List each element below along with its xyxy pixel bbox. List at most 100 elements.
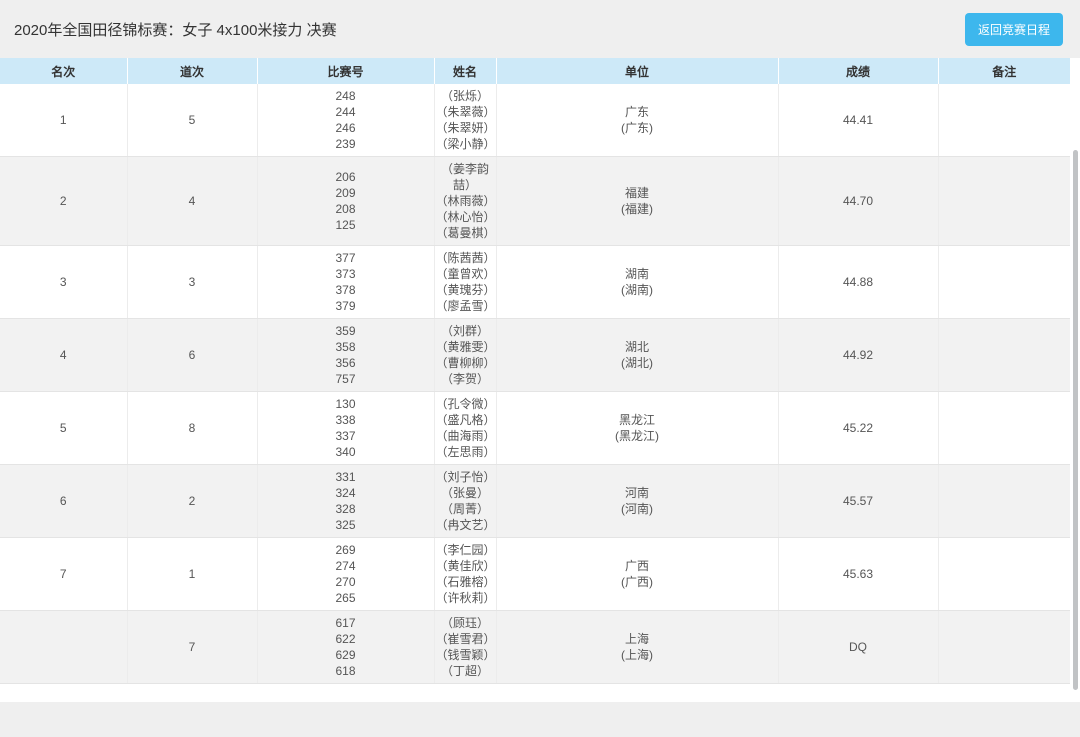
unit-cell: 福建 (福建) — [496, 156, 779, 246]
athlete-name: （张曼） — [440, 486, 489, 500]
unit-cell: 广西 (广西) — [496, 537, 779, 611]
bib-number: 331 — [335, 470, 356, 484]
athlete-name: （黄佳欣） — [435, 559, 496, 573]
names-cell: （刘子怡） （张曼） （周菁） （冉文艺） — [434, 464, 497, 538]
bib-cell: 248 244 246 239 — [257, 84, 435, 157]
rank-cell: 4 — [0, 318, 128, 392]
names-cell: （陈茜茜） （童曾欢） （黄瑰芬） （廖孟雪） — [434, 245, 497, 319]
header-lane: 道次 — [127, 58, 258, 84]
table-row: 7 1 269 274 270 265 （李仁园） （黄佳欣） （石雅榕） （许… — [0, 537, 1070, 611]
unit-sub: (福建) — [621, 202, 653, 216]
bib-number: 340 — [335, 445, 356, 459]
remark-cell — [938, 156, 1070, 246]
rank-cell — [0, 610, 128, 684]
bib-number: 269 — [335, 543, 356, 557]
athlete-name: （冉文艺） — [435, 518, 496, 532]
bib-number: 358 — [335, 340, 356, 354]
bib-number: 356 — [335, 356, 356, 370]
remark-cell — [938, 464, 1070, 538]
athlete-name: （孔令微） — [435, 397, 496, 411]
rank-cell: 1 — [0, 84, 128, 157]
names-cell: （顾珏） （崔雪君） （钱雪颖） （丁超） — [434, 610, 497, 684]
athlete-name: （梁小静） — [435, 137, 496, 151]
athlete-name: （许秋莉） — [435, 591, 496, 605]
bib-number: 209 — [335, 186, 356, 200]
rank-cell: 3 — [0, 245, 128, 319]
unit-cell: 湖北 (湖北) — [496, 318, 779, 392]
athlete-name: （石雅榕） — [435, 575, 496, 589]
bib-number: 270 — [335, 575, 356, 589]
athlete-name: （顾珏） — [440, 616, 489, 630]
athlete-name: （朱翠妍） — [435, 121, 496, 135]
bib-cell: 617 622 629 618 — [257, 610, 435, 684]
top-bar: 2020年全国田径锦标赛：女子 4x100米接力 决赛 返回竞赛日程 — [0, 0, 1080, 58]
bib-number: 246 — [335, 121, 356, 135]
athlete-name: （李仁园） — [435, 543, 496, 557]
athlete-name: （周菁） — [440, 502, 489, 516]
athlete-name: （钱雪颖） — [435, 648, 496, 662]
bib-number: 378 — [335, 283, 356, 297]
lane-cell: 5 — [127, 84, 258, 157]
lane-cell: 8 — [127, 391, 258, 465]
bib-cell: 130 338 337 340 — [257, 391, 435, 465]
bib-number: 130 — [335, 397, 356, 411]
back-to-schedule-button[interactable]: 返回竞赛日程 — [964, 12, 1063, 46]
athlete-name: （童曾欢） — [435, 267, 496, 281]
bib-cell: 331 324 328 325 — [257, 464, 435, 538]
result-cell: 44.88 — [778, 245, 939, 319]
athlete-name: （曹柳柳） — [435, 356, 496, 370]
unit-cell: 湖南 (湖南) — [496, 245, 779, 319]
header-name: 姓名 — [434, 58, 497, 84]
remark-cell — [938, 537, 1070, 611]
athlete-name: （盛凡格） — [435, 413, 496, 427]
table-row: 5 8 130 338 337 340 （孔令微） （盛凡格） （曲海雨） （左… — [0, 391, 1070, 465]
names-cell: （张烁） （朱翠薇） （朱翠妍） （梁小静） — [434, 84, 497, 157]
bib-number: 622 — [335, 632, 356, 646]
result-cell: 44.70 — [778, 156, 939, 246]
bib-number: 338 — [335, 413, 356, 427]
names-cell: （孔令微） （盛凡格） （曲海雨） （左思雨） — [434, 391, 497, 465]
athlete-name: （黄瑰芬） — [435, 283, 496, 297]
bib-cell: 269 274 270 265 — [257, 537, 435, 611]
bib-number: 373 — [335, 267, 356, 281]
athlete-name: （李贺） — [440, 372, 489, 386]
bib-number: 244 — [335, 105, 356, 119]
athlete-name: （姜李韵喆） — [440, 162, 489, 192]
table-row: 2 4 206 209 208 125 （姜李韵喆） （林雨薇） （林心怡） （… — [0, 156, 1070, 246]
result-cell: 45.57 — [778, 464, 939, 538]
athlete-name: （刘群） — [440, 324, 489, 338]
bib-number: 757 — [335, 372, 356, 386]
bib-number: 265 — [335, 591, 356, 605]
unit-name: 广东 — [624, 105, 649, 119]
athlete-name: （朱翠薇） — [435, 105, 496, 119]
result-cell: 44.92 — [778, 318, 939, 392]
unit-sub: (湖北) — [621, 356, 653, 370]
bib-number: 125 — [335, 218, 356, 232]
table-row: 3 3 377 373 378 379 （陈茜茜） （童曾欢） （黄瑰芬） （廖… — [0, 245, 1070, 319]
rank-cell: 6 — [0, 464, 128, 538]
result-cell: 45.63 — [778, 537, 939, 611]
remark-cell — [938, 610, 1070, 684]
names-cell: （姜李韵喆） （林雨薇） （林心怡） （葛曼棋） — [434, 156, 497, 246]
bib-cell: 206 209 208 125 — [257, 156, 435, 246]
vertical-scrollbar[interactable] — [1073, 150, 1078, 690]
unit-sub: (黑龙江) — [615, 429, 659, 443]
bib-number: 617 — [335, 616, 356, 630]
lane-cell: 2 — [127, 464, 258, 538]
remark-cell — [938, 318, 1070, 392]
bib-number: 208 — [335, 202, 356, 216]
results-table-container: 名次 道次 比赛号 姓名 单位 成绩 备注 1 5 248 244 246 23… — [0, 58, 1080, 702]
bib-cell: 377 373 378 379 — [257, 245, 435, 319]
bib-number: 629 — [335, 648, 356, 662]
unit-cell: 上海 (上海) — [496, 610, 779, 684]
bib-number: 274 — [335, 559, 356, 573]
table-row: 6 2 331 324 328 325 （刘子怡） （张曼） （周菁） （冉文艺… — [0, 464, 1070, 538]
bib-number: 324 — [335, 486, 356, 500]
athlete-name: （丁超） — [440, 664, 489, 678]
unit-name: 湖北 — [624, 340, 649, 354]
result-cell: 44.41 — [778, 84, 939, 157]
unit-cell: 广东 (广东) — [496, 84, 779, 157]
athlete-name: （林雨薇） — [435, 194, 496, 208]
athlete-name: （陈茜茜） — [435, 251, 496, 265]
unit-cell: 河南 (河南) — [496, 464, 779, 538]
